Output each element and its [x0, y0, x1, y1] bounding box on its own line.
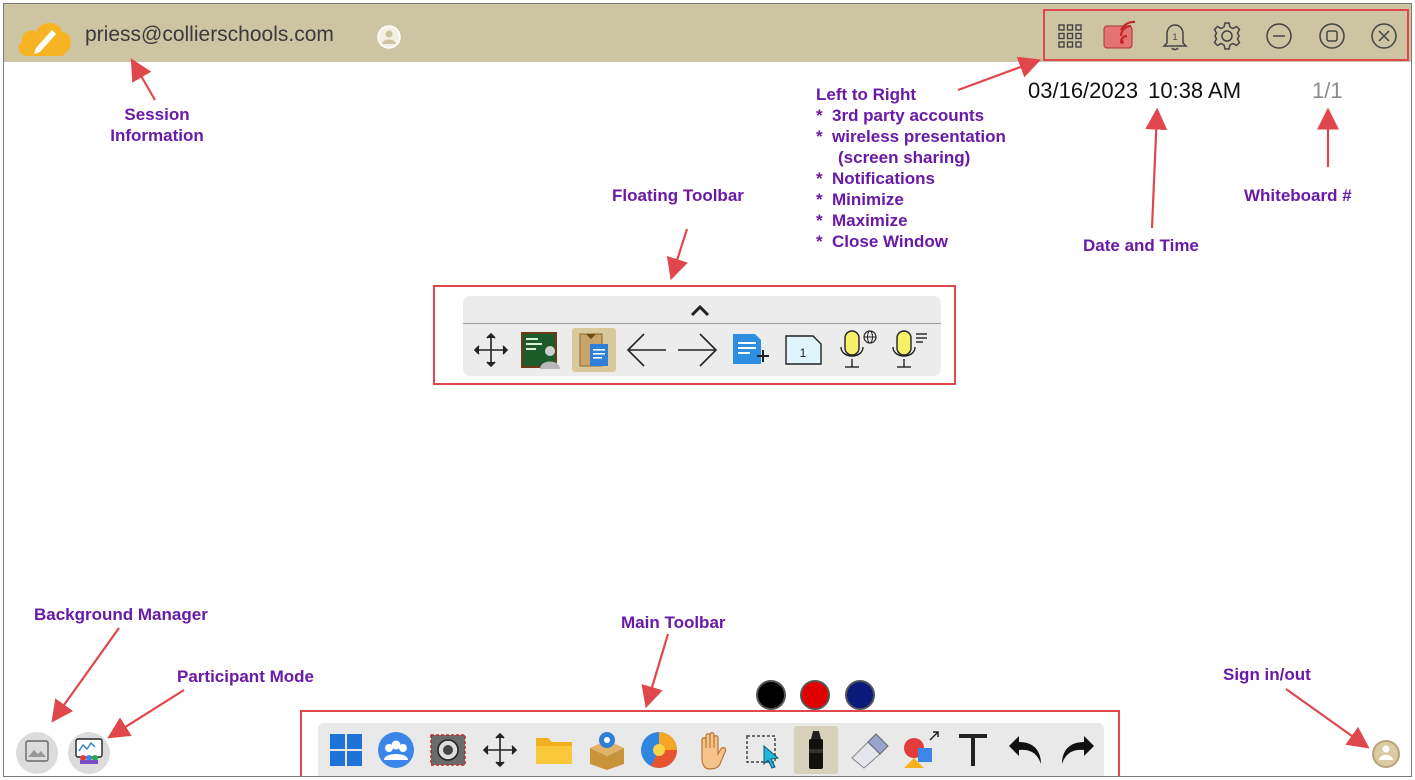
color-swatch-red[interactable]: [800, 680, 830, 710]
annotation-date-and-time: Date and Time: [1083, 236, 1199, 255]
voice-translate-icon[interactable]: [836, 328, 880, 372]
ltr-item: 3rd party accounts: [816, 105, 1006, 126]
floating-toolbar: 1: [463, 296, 941, 376]
page-number-text: 1: [800, 346, 807, 360]
select-icon[interactable]: [742, 726, 786, 774]
annotation-whiteboard-number: Whiteboard #: [1244, 186, 1352, 205]
apps-grid-icon[interactable]: [1055, 21, 1085, 51]
whiteboard-window: priess@collierschools.com 1 03/16/2023 1…: [3, 3, 1412, 777]
marker-icon[interactable]: [794, 726, 838, 774]
notification-bell-icon[interactable]: 1: [1160, 21, 1190, 51]
shapes-icon[interactable]: [899, 726, 943, 774]
date-time-display: 03/16/2023 10:38 AM: [1028, 78, 1241, 104]
participants-icon[interactable]: [374, 726, 418, 774]
toolbar-divider: [463, 323, 941, 324]
presenter-icon[interactable]: [519, 328, 563, 372]
window-controls-group: 1: [1043, 9, 1409, 61]
annotation-participant-mode: Participant Mode: [177, 667, 314, 686]
camera-icon[interactable]: [426, 726, 470, 774]
folder-icon[interactable]: [532, 726, 576, 774]
ltr-item: (screen sharing): [838, 148, 971, 167]
user-avatar-icon: [1377, 743, 1395, 766]
redo-icon[interactable]: [1055, 726, 1099, 774]
eraser-icon[interactable]: [847, 726, 891, 774]
participant-board-icon: [74, 737, 104, 770]
windows-icon[interactable]: [324, 726, 368, 774]
move-icon[interactable]: [478, 726, 522, 774]
account-icon[interactable]: [377, 25, 401, 49]
whiteboard-number: 1/1: [1312, 78, 1343, 103]
ltr-item: Maximize: [816, 210, 1006, 231]
undo-icon[interactable]: [1004, 726, 1048, 774]
annotation-background-manager: Background Manager: [34, 605, 208, 624]
apps-box-icon[interactable]: [585, 726, 629, 774]
annotation-session-line2: Information: [110, 126, 204, 145]
date-text: 03/16/2023: [1028, 78, 1139, 103]
browser-icon[interactable]: [637, 726, 681, 774]
move-icon[interactable]: [469, 328, 513, 372]
ltr-item: Notifications: [816, 168, 1006, 189]
time-text: 10:38 AM: [1148, 78, 1242, 103]
sign-in-out-button[interactable]: [1372, 740, 1400, 768]
participant-mode-button[interactable]: [68, 732, 110, 774]
background-manager-button[interactable]: [16, 732, 58, 774]
annotation-arrows: [51, 56, 1370, 749]
ltr-item: wireless presentation: [816, 126, 1006, 147]
text-icon[interactable]: [951, 726, 995, 774]
voice-text-icon[interactable]: [888, 328, 932, 372]
main-toolbar: [318, 723, 1104, 776]
annotation-floating-toolbar: Floating Toolbar: [612, 186, 744, 205]
minimize-icon[interactable]: [1264, 21, 1294, 51]
session-email: priess@collierschools.com: [85, 23, 334, 46]
annotation-left-to-right-title: Left to Right: [816, 85, 917, 104]
background-image-icon: [24, 739, 50, 768]
clipboard-icon[interactable]: [572, 328, 616, 372]
color-swatch-navy[interactable]: [845, 680, 875, 710]
maximize-icon[interactable]: [1317, 21, 1347, 51]
annotation-session-information: Session Information: [102, 104, 212, 146]
forward-arrow-icon[interactable]: [676, 328, 720, 372]
notification-count: 1: [1172, 32, 1177, 42]
annotation-session-line1: Session: [124, 105, 190, 124]
back-arrow-icon[interactable]: [624, 328, 668, 372]
collapse-chevron-icon[interactable]: [685, 299, 715, 321]
hand-pan-icon[interactable]: [690, 726, 734, 774]
annotation-left-to-right: Left to Right 3rd party accounts wireles…: [816, 84, 1006, 252]
title-bar: priess@collierschools.com 1: [4, 4, 1411, 62]
cloud-pen-logo-icon[interactable]: [16, 18, 76, 58]
annotation-main-toolbar: Main Toolbar: [621, 613, 726, 632]
color-swatch-black[interactable]: [756, 680, 786, 710]
settings-gear-icon[interactable]: [1212, 21, 1242, 51]
close-window-icon[interactable]: [1369, 21, 1399, 51]
annotation-sign-in-out: Sign in/out: [1223, 665, 1311, 684]
ltr-item: Close Window: [816, 231, 1006, 252]
page-number-icon[interactable]: 1: [782, 328, 826, 372]
add-page-icon[interactable]: [728, 328, 772, 372]
wireless-presentation-icon[interactable]: [1103, 19, 1141, 53]
ltr-item: Minimize: [816, 189, 1006, 210]
